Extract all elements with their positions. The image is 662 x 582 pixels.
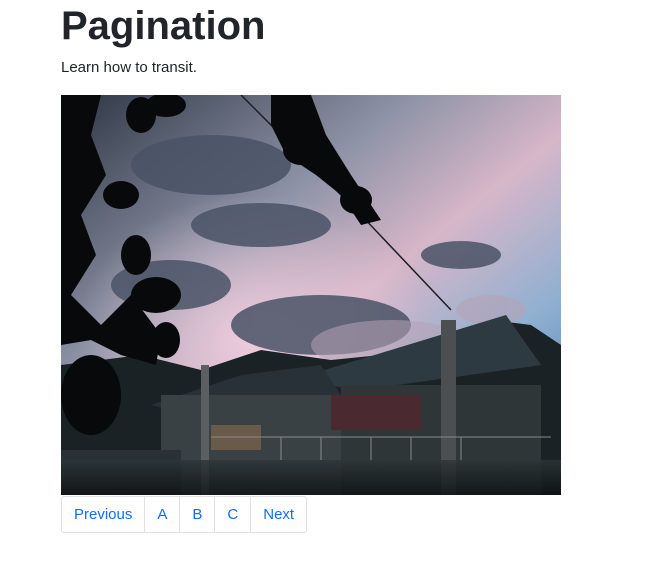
page-a-link[interactable]: A (144, 496, 181, 533)
pagination-item-b: B (179, 496, 216, 533)
sky-photo (61, 95, 561, 495)
pagination-item-next: Next (250, 496, 308, 533)
next-button[interactable]: Next (250, 496, 308, 533)
pagination: Previous A B C Next (61, 496, 308, 533)
page-subtitle: Learn how to transit. (61, 59, 197, 76)
pagination-item-previous: Previous (61, 496, 146, 533)
page-title: Pagination (61, 4, 266, 48)
pagination-item-c: C (214, 496, 252, 533)
page-b-link[interactable]: B (179, 496, 216, 533)
pagination-item-a: A (144, 496, 181, 533)
previous-button[interactable]: Previous (61, 496, 146, 533)
page-c-link[interactable]: C (214, 496, 252, 533)
